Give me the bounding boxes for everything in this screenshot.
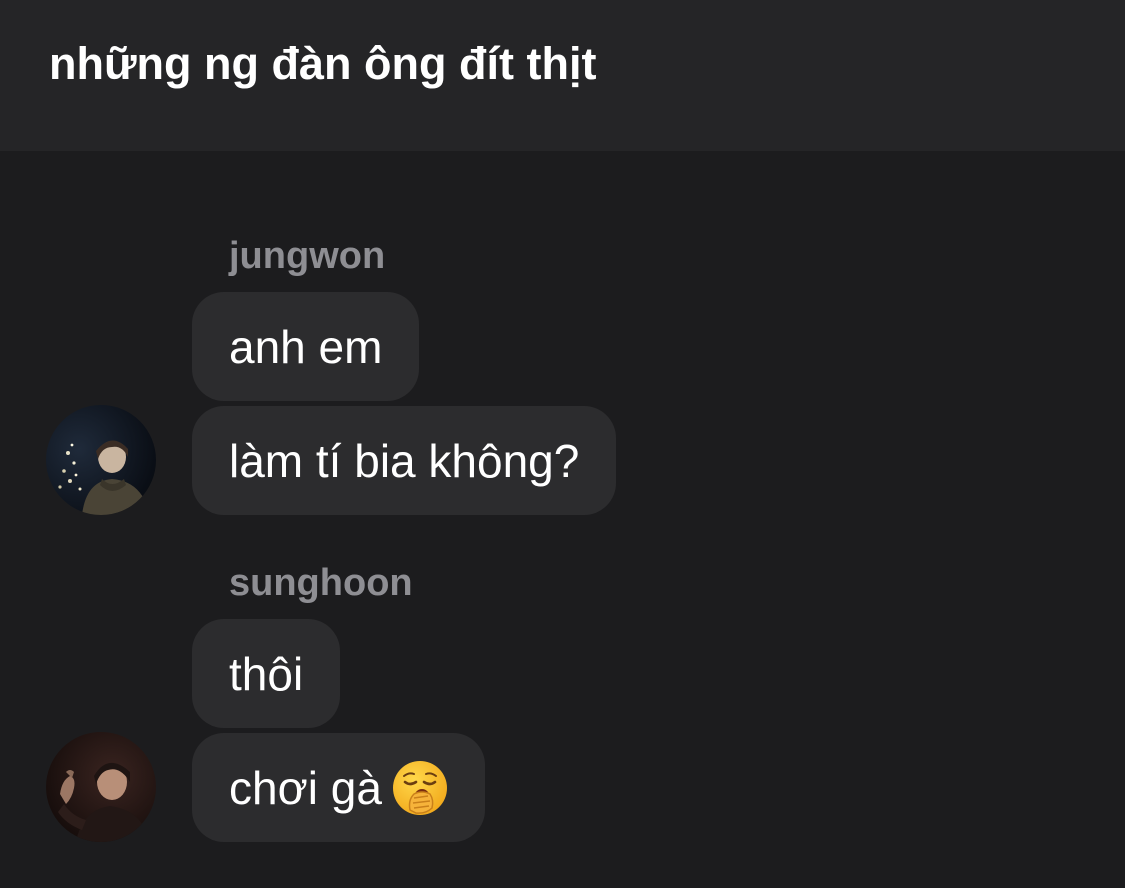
avatar-photo-jungwon [46, 405, 156, 515]
message-bubble[interactable]: làm tí bia không? [192, 406, 617, 515]
avatar[interactable] [46, 405, 156, 515]
message-bubble[interactable]: thôi [192, 619, 341, 728]
yawning-face-emoji [392, 760, 447, 815]
message-bubble[interactable]: chơi gà [192, 733, 485, 842]
message-text: anh em [229, 320, 383, 373]
avatar-photo-sunghoon [46, 732, 156, 842]
chat-header[interactable]: những ng đàn ông đít thịt [0, 0, 1125, 151]
message-text: thôi [229, 647, 304, 700]
chat-title[interactable]: những ng đàn ông đít thịt [49, 34, 596, 94]
chat-screen: những ng đàn ông đít thịt jungwon anh em… [0, 0, 1125, 888]
message-text: chơi gà [229, 761, 382, 814]
sender-name: jungwon [229, 235, 386, 277]
message-bubble[interactable]: anh em [192, 292, 420, 401]
message-text: làm tí bia không? [229, 434, 580, 487]
avatar[interactable] [46, 732, 156, 842]
sender-name: sunghoon [229, 562, 413, 604]
